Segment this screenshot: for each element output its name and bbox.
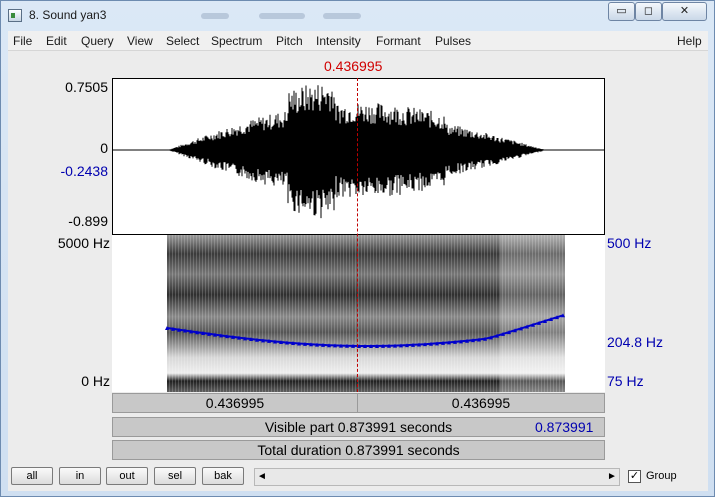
sound-editor-canvas[interactable]: 0.436995 0.7505 0 -0.2438 -0.899 5000 Hz… bbox=[8, 52, 708, 462]
scroll-left-arrow-icon[interactable]: ◄ bbox=[255, 469, 269, 485]
praat-sound-window: 8. Sound yan3 ▭ ◻ ✕ File Edit Query View… bbox=[0, 0, 715, 497]
title-bar: 8. Sound yan3 ▭ ◻ ✕ bbox=[1, 1, 714, 31]
pitch-top-label: 500 Hz bbox=[607, 235, 652, 251]
taskbar-ghost-3 bbox=[323, 13, 361, 19]
all-button[interactable]: all bbox=[11, 467, 53, 485]
group-checkbox[interactable]: ✓ bbox=[628, 470, 641, 483]
spectrogram-graph bbox=[165, 235, 565, 392]
visible-part-bar[interactable]: Visible part 0.873991 seconds bbox=[112, 417, 605, 437]
menu-spectrum[interactable]: Spectrum bbox=[211, 34, 262, 48]
visible-end-label: 0.873991 bbox=[535, 419, 594, 435]
in-button[interactable]: in bbox=[59, 467, 101, 485]
menu-formant[interactable]: Formant bbox=[376, 34, 421, 48]
selection-right-cell[interactable]: 0.436995 bbox=[358, 394, 604, 412]
spectrogram-fade-region bbox=[500, 235, 565, 392]
selection-left-cell[interactable]: 0.436995 bbox=[113, 394, 358, 412]
waveform-zero-label: 0 bbox=[100, 140, 108, 156]
menu-bar: File Edit Query View Select Spectrum Pit… bbox=[8, 31, 708, 51]
client-area: File Edit Query View Select Spectrum Pit… bbox=[8, 31, 708, 491]
bak-button[interactable]: bak bbox=[202, 467, 244, 485]
total-duration-bar[interactable]: Total duration 0.873991 seconds bbox=[112, 440, 605, 460]
waveform-panel[interactable] bbox=[112, 78, 605, 235]
waveform-max-label: 0.7505 bbox=[65, 79, 108, 95]
taskbar-ghost-2 bbox=[259, 13, 305, 19]
total-duration-label[interactable]: Total duration 0.873991 seconds bbox=[113, 441, 604, 459]
menu-query[interactable]: Query bbox=[81, 34, 114, 48]
waveform-cursor-value-label: -0.2438 bbox=[60, 163, 108, 179]
group-label: Group bbox=[646, 470, 677, 482]
waveform-graph bbox=[113, 85, 604, 219]
out-button[interactable]: out bbox=[106, 467, 148, 485]
sel-button[interactable]: sel bbox=[154, 467, 196, 485]
menu-help[interactable]: Help bbox=[677, 34, 702, 48]
menu-pulses[interactable]: Pulses bbox=[435, 34, 471, 48]
spectrogram-panel[interactable] bbox=[112, 235, 605, 392]
waveform-trace bbox=[168, 85, 546, 219]
menu-intensity[interactable]: Intensity bbox=[316, 34, 361, 48]
scroll-right-arrow-icon[interactable]: ► bbox=[605, 469, 619, 485]
menu-select[interactable]: Select bbox=[166, 34, 199, 48]
cursor-line bbox=[357, 78, 358, 392]
pitch-cursor-label: 204.8 Hz bbox=[607, 334, 664, 350]
praat-app-icon bbox=[8, 9, 22, 22]
pitch-bottom-label: 75 Hz bbox=[607, 373, 644, 389]
menu-view[interactable]: View bbox=[127, 34, 153, 48]
window-title: 8. Sound yan3 bbox=[29, 8, 107, 22]
waveform-min-label: -0.899 bbox=[68, 213, 108, 229]
menu-file[interactable]: File bbox=[13, 34, 32, 48]
visible-part-label[interactable]: Visible part 0.873991 seconds bbox=[113, 418, 604, 436]
spectrogram-bottom-freq-label: 0 Hz bbox=[81, 373, 110, 389]
menu-edit[interactable]: Edit bbox=[46, 34, 67, 48]
spectrogram-top-freq-label: 5000 Hz bbox=[57, 235, 110, 251]
menu-pitch[interactable]: Pitch bbox=[276, 34, 303, 48]
taskbar-ghost-1 bbox=[201, 13, 229, 19]
bottom-toolbar: all in out sel bak ◄ ► ✓ Group bbox=[8, 465, 708, 489]
time-scrollbar[interactable]: ◄ ► bbox=[254, 468, 620, 486]
cursor-time-label: 0.436995 bbox=[324, 58, 383, 74]
minimize-button[interactable]: ▭ bbox=[608, 2, 635, 21]
close-button[interactable]: ✕ bbox=[662, 2, 707, 21]
maximize-button[interactable]: ◻ bbox=[635, 2, 662, 21]
selection-bar[interactable]: 0.436995 0.436995 bbox=[112, 393, 605, 413]
